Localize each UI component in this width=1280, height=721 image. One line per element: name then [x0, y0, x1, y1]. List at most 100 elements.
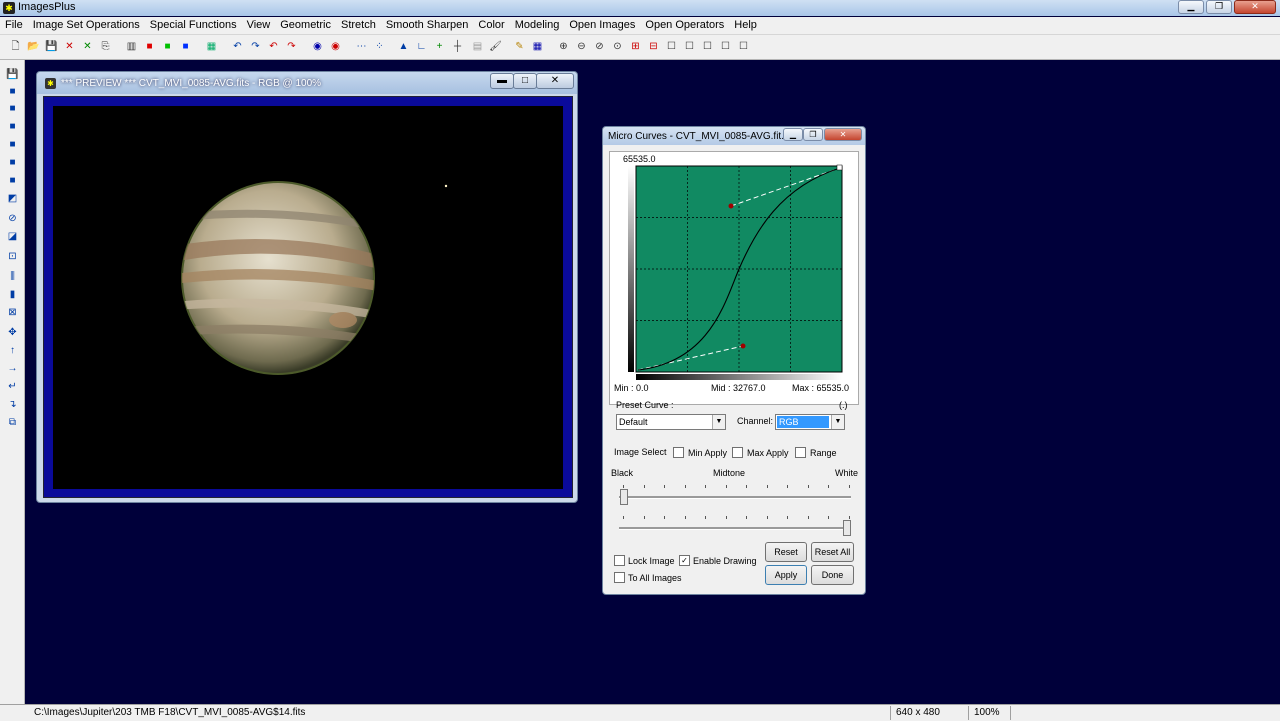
- white-black-icon[interactable]: ◩: [5, 192, 20, 206]
- reset-button[interactable]: Reset: [765, 542, 807, 562]
- redo-all-icon[interactable]: ↷: [284, 39, 299, 54]
- menu-open-images[interactable]: Open Images: [564, 17, 640, 34]
- rgb-channels-icon[interactable]: ▥: [124, 39, 139, 54]
- clear-icon[interactable]: ✕: [80, 39, 95, 54]
- new-icon[interactable]: 🗋: [8, 39, 23, 54]
- move-icon[interactable]: ✥: [5, 326, 20, 340]
- save-tool-icon[interactable]: 💾: [5, 68, 20, 82]
- frame-1-icon[interactable]: ☐: [664, 39, 679, 54]
- min-apply-checkbox[interactable]: [673, 447, 684, 458]
- levels-icon[interactable]: ⫼: [5, 270, 20, 284]
- done-button[interactable]: Done: [811, 565, 854, 585]
- grid-table-icon[interactable]: ▦: [530, 39, 545, 54]
- right-arrow-icon[interactable]: →: [5, 362, 20, 376]
- undo-icon[interactable]: ↶: [230, 39, 245, 54]
- stamp-icon[interactable]: ⊘: [5, 212, 20, 226]
- zoom-fit-icon[interactable]: ⊘: [592, 39, 607, 54]
- zoom-in-icon[interactable]: ⊕: [556, 39, 571, 54]
- select-box-icon[interactable]: ⊡: [5, 250, 20, 264]
- preview-close-button[interactable]: ✕: [536, 73, 574, 89]
- menu-smooth-sharpen[interactable]: Smooth Sharpen: [381, 17, 474, 34]
- frame-5-icon[interactable]: ☐: [736, 39, 751, 54]
- zoom-actual-icon[interactable]: ⊙: [610, 39, 625, 54]
- stop-record-icon[interactable]: ◉: [328, 39, 343, 54]
- menu-special-functions[interactable]: Special Functions: [145, 17, 242, 34]
- apply-button[interactable]: Apply: [765, 565, 807, 585]
- rotate-left-icon[interactable]: ↵: [5, 380, 20, 394]
- crosshair-icon[interactable]: ┼: [450, 39, 465, 54]
- micro-curves-title-bar[interactable]: Micro Curves - CVT_MVI_0085-AVG.fit... ▁…: [603, 127, 865, 145]
- rotate-down-icon[interactable]: ↴: [5, 398, 20, 412]
- preview-minimize-button[interactable]: ▬: [490, 73, 514, 89]
- zoom-out-icon[interactable]: ⊖: [574, 39, 589, 54]
- to-all-images-checkbox[interactable]: [614, 572, 625, 583]
- palette-icon[interactable]: 🖌: [488, 39, 503, 54]
- menu-geometric[interactable]: Geometric: [275, 17, 336, 34]
- histogram-icon[interactable]: ▲: [396, 39, 411, 54]
- red-channel-icon[interactable]: ■: [142, 39, 157, 54]
- menu-file[interactable]: File: [0, 17, 28, 34]
- bw-icon[interactable]: ▮: [5, 288, 20, 302]
- blue-black-icon[interactable]: ■: [5, 138, 20, 152]
- reset-all-button[interactable]: Reset All: [811, 542, 854, 562]
- redo-icon[interactable]: ↷: [248, 39, 263, 54]
- range-checkbox[interactable]: [795, 447, 806, 458]
- black-icon[interactable]: ■: [5, 85, 20, 99]
- menu-help[interactable]: Help: [729, 17, 762, 34]
- zoom-rect-icon[interactable]: ⊠: [5, 306, 20, 320]
- app-restore-button[interactable]: ❐: [1206, 0, 1232, 14]
- lock-image-checkbox[interactable]: [614, 555, 625, 566]
- frame-2-icon[interactable]: ☐: [682, 39, 697, 54]
- preview-window[interactable]: ✱ *** PREVIEW *** CVT_MVI_0085-AVG.fits …: [36, 71, 578, 503]
- mc-restore-button[interactable]: ❐: [803, 128, 823, 141]
- pixel-select-icon[interactable]: ⁘: [372, 39, 387, 54]
- save-icon[interactable]: 💾: [44, 39, 59, 54]
- channel-select[interactable]: RGB ▼: [775, 414, 845, 430]
- green-black-icon[interactable]: ■: [5, 120, 20, 134]
- record-icon[interactable]: ◉: [310, 39, 325, 54]
- menu-open-operators[interactable]: Open Operators: [640, 17, 729, 34]
- micro-curves-dialog[interactable]: Micro Curves - CVT_MVI_0085-AVG.fit... ▁…: [602, 126, 866, 595]
- enable-drawing-checkbox[interactable]: ✓: [679, 555, 690, 566]
- menu-image-set-operations[interactable]: Image Set Operations: [28, 17, 145, 34]
- app-close-button[interactable]: ✕: [1234, 0, 1276, 14]
- app-minimize-button[interactable]: ▁: [1178, 0, 1204, 14]
- grid-icon[interactable]: ▦: [204, 39, 219, 54]
- mc-close-button[interactable]: ✕: [824, 128, 862, 141]
- white-slider-track[interactable]: [619, 527, 851, 530]
- curve-editor[interactable]: [610, 162, 858, 392]
- copy-icon[interactable]: ⎘: [98, 39, 113, 54]
- crosshair-add-icon[interactable]: +: [432, 39, 447, 54]
- up-arrow-icon[interactable]: ↑: [5, 344, 20, 358]
- mc-minimize-button[interactable]: ▁: [783, 128, 803, 141]
- tile-icon[interactable]: ▤: [470, 39, 485, 54]
- frame-3-icon[interactable]: ☐: [700, 39, 715, 54]
- gradient-icon[interactable]: ◪: [5, 230, 20, 244]
- preview-maximize-button[interactable]: □: [513, 73, 537, 89]
- black-slider-track[interactable]: [619, 496, 851, 499]
- preset-curve-select[interactable]: Default ▼: [616, 414, 726, 430]
- preview-title-bar[interactable]: ✱ *** PREVIEW *** CVT_MVI_0085-AVG.fits …: [37, 72, 577, 94]
- black-slider-thumb[interactable]: [620, 489, 628, 505]
- image-canvas[interactable]: [53, 106, 563, 489]
- line-dots-icon[interactable]: ⋯: [354, 39, 369, 54]
- menu-stretch[interactable]: Stretch: [336, 17, 381, 34]
- red-black-icon[interactable]: ■: [5, 102, 20, 116]
- yellow-black-icon[interactable]: ■: [5, 156, 20, 170]
- blue-channel-icon[interactable]: ■: [178, 39, 193, 54]
- green-channel-icon[interactable]: ■: [160, 39, 175, 54]
- menu-view[interactable]: View: [242, 17, 276, 34]
- menu-modeling[interactable]: Modeling: [510, 17, 565, 34]
- flip-icon[interactable]: ⧉: [5, 416, 20, 430]
- gray-black-icon[interactable]: ■: [5, 174, 20, 188]
- menu-color[interactable]: Color: [473, 17, 509, 34]
- remove-frame-icon[interactable]: ⊟: [646, 39, 661, 54]
- add-frame-icon[interactable]: ⊞: [628, 39, 643, 54]
- frame-4-icon[interactable]: ☐: [718, 39, 733, 54]
- white-slider-thumb[interactable]: [843, 520, 851, 536]
- pencil-icon[interactable]: ✎: [512, 39, 527, 54]
- close-image-icon[interactable]: ✕: [62, 39, 77, 54]
- open-icon[interactable]: 📂: [26, 39, 41, 54]
- level-icon[interactable]: ∟: [414, 39, 429, 54]
- undo-all-icon[interactable]: ↶: [266, 39, 281, 54]
